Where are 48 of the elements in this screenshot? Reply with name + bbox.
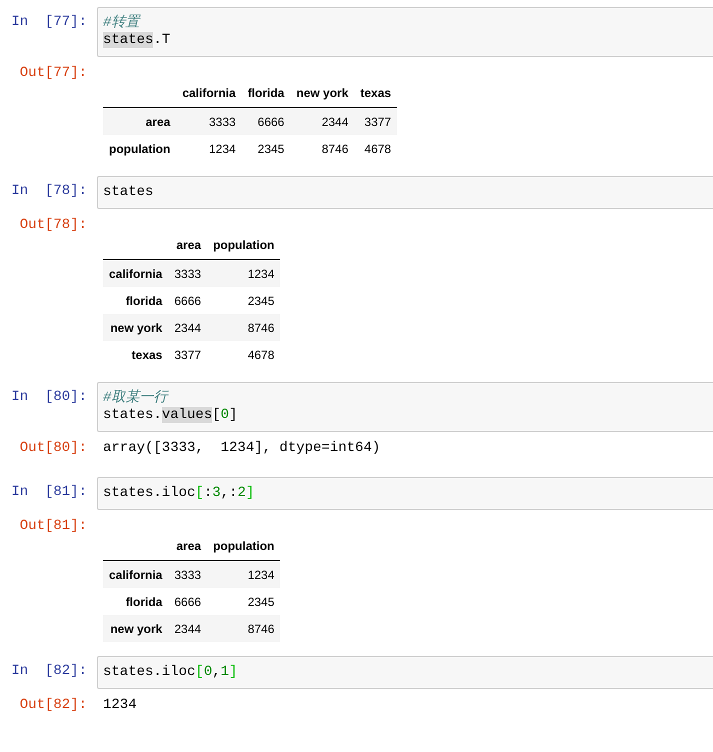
table-cell: 3377 [168, 341, 208, 368]
table-cell: 4678 [354, 135, 398, 162]
code-input[interactable]: states.iloc[:3,:2] [97, 477, 713, 510]
output-text: 1234 [103, 697, 137, 715]
row-header: new york [103, 314, 168, 341]
output-prompt: Out[78]: [18, 217, 88, 234]
output-prompt: Out[80]: [18, 440, 88, 457]
row-header: population [103, 135, 176, 162]
output-prompt: Out[82]: [18, 697, 88, 714]
table-cell: 8746 [207, 615, 280, 642]
row-header: florida [103, 588, 168, 615]
table-cell: 8746 [290, 135, 354, 162]
input-prompt: In [82]: [10, 662, 88, 680]
table-cell: 3333 [176, 108, 242, 135]
table-cell: 1234 [207, 260, 280, 287]
input-prompt: In [77]: [10, 13, 88, 31]
row-header: new york [103, 615, 168, 642]
row-header: texas [103, 341, 168, 368]
table-cell: 3377 [354, 108, 398, 135]
code-input[interactable]: #转置 states.T [97, 7, 713, 57]
output-prompt: Out[77]: [18, 65, 88, 82]
input-prompt: In [81]: [10, 483, 88, 501]
table-cell: 3333 [168, 560, 208, 588]
table-cell: 2344 [168, 615, 208, 642]
table-cell: 6666 [168, 588, 208, 615]
input-prompt: In [78]: [10, 182, 88, 200]
table-cell: 2344 [290, 108, 354, 135]
code-input[interactable]: #取某一行 states.values[0] [97, 382, 713, 432]
table-cell: 2345 [207, 588, 280, 615]
code-input[interactable]: states.iloc[0,1] [97, 656, 713, 689]
table-cell: 1234 [176, 135, 242, 162]
row-header: area [103, 108, 176, 135]
table-cell: 6666 [242, 108, 290, 135]
table-cell: 2345 [242, 135, 290, 162]
table-cell: 4678 [207, 341, 280, 368]
output-prompt: Out[81]: [18, 518, 88, 535]
row-header: california [103, 260, 168, 287]
input-prompt: In [80]: [10, 388, 88, 406]
table-cell: 2345 [207, 287, 280, 314]
table-cell: 8746 [207, 314, 280, 341]
table-cell: 1234 [207, 560, 280, 588]
output-text: array([3333, 1234], dtype=int64) [103, 440, 380, 458]
table-cell: 3333 [168, 260, 208, 287]
row-header: california [103, 560, 168, 588]
row-header: florida [103, 287, 168, 314]
code-input[interactable]: states [97, 176, 713, 209]
table-cell: 6666 [168, 287, 208, 314]
table-cell: 2344 [168, 314, 208, 341]
